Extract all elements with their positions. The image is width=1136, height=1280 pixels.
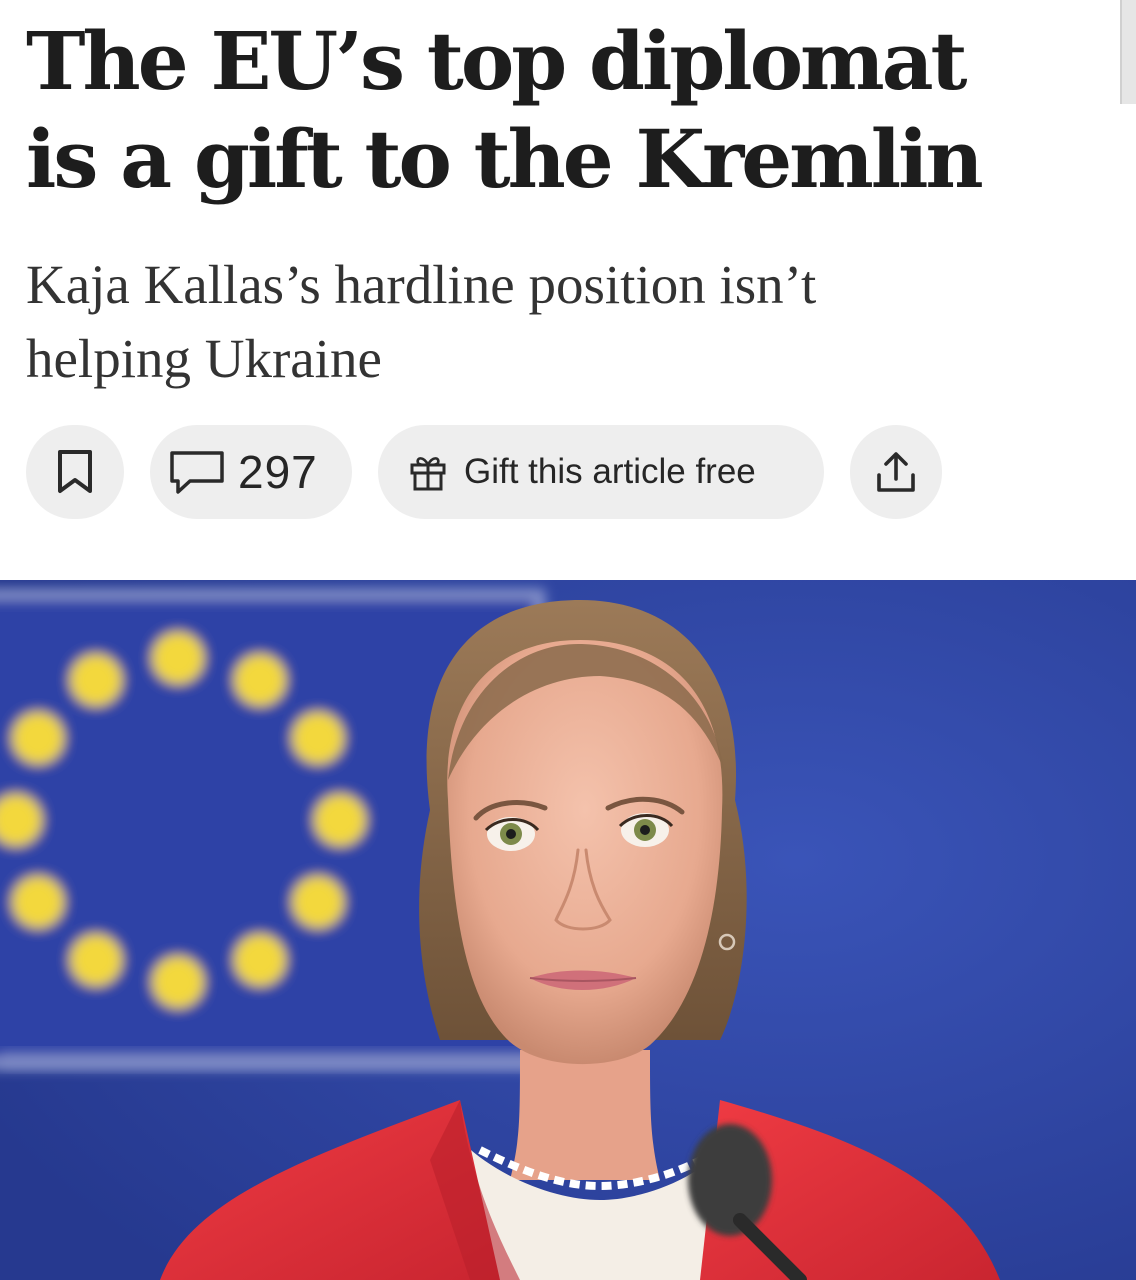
headline-line-2: is a gift to the Kremlin [26,112,984,206]
gift-article-button[interactable]: Gift this article free [378,425,824,519]
bookmark-button[interactable] [26,425,124,519]
share-button[interactable] [850,425,942,519]
share-upload-icon [874,449,918,495]
speech-bubble-icon [168,449,226,495]
scrollbar[interactable] [1120,0,1136,104]
article-headline: The EU’s top diplomat is a gift to the K… [26,12,1096,208]
comment-count: 297 [238,446,318,498]
standfirst-line-1: Kaja Kallas’s hardline position isn’t [26,254,817,315]
gift-icon [408,452,448,492]
article-action-bar: 297 Gift this article free [26,424,942,520]
standfirst-line-2: helping Ukraine [26,328,382,389]
article-standfirst: Kaja Kallas’s hardline position isn’t he… [26,248,1026,396]
bookmark-icon [55,449,95,495]
comments-button[interactable]: 297 [150,425,352,519]
headline-line-1: The EU’s top diplomat [26,14,967,108]
article-hero-photo [0,580,1136,1280]
kaja-kallas-portrait-illustration [0,580,1136,1280]
gift-article-label: Gift this article free [464,452,756,491]
